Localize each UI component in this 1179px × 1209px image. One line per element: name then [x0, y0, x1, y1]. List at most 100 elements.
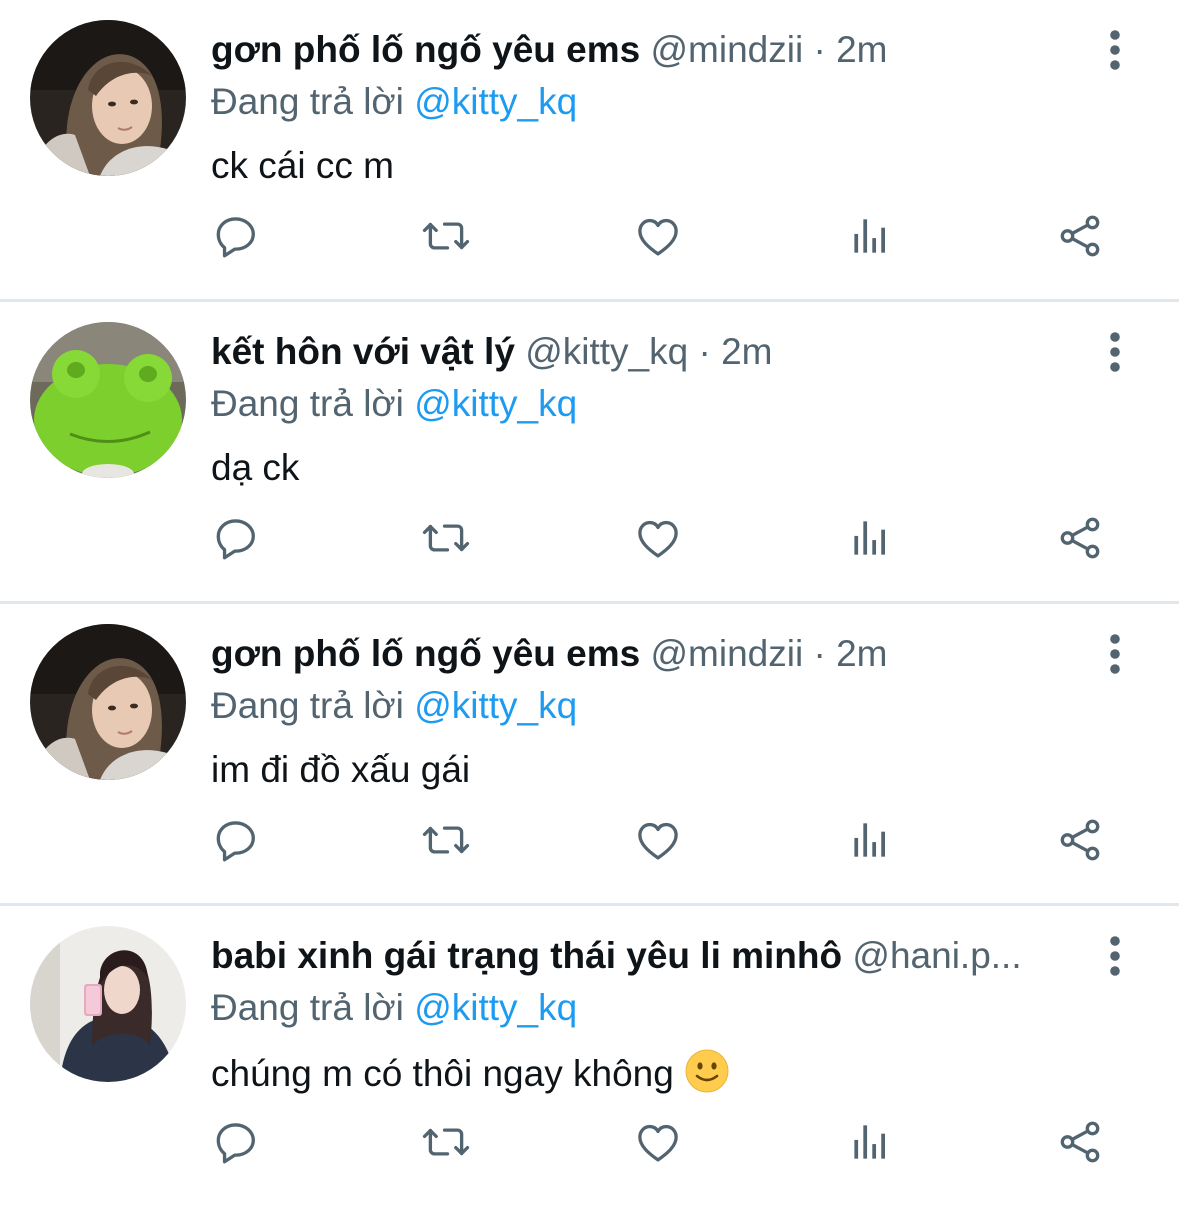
retweet-icon — [421, 1117, 471, 1167]
more-options-button[interactable] — [1098, 330, 1132, 374]
display-name[interactable]: babi xinh gái trạng thái yêu li minhô — [211, 935, 842, 976]
retweet-icon — [421, 815, 471, 865]
replying-to-handle[interactable]: @kitty_kq — [414, 685, 577, 726]
action-bar — [0, 810, 1179, 870]
tweet-header: gơn phố lố ngố yêu ems @mindzii · 2m — [211, 630, 1086, 678]
retweet-button[interactable] — [416, 206, 476, 266]
share-button[interactable] — [1050, 1112, 1110, 1172]
slightly-smiling-face-emoji — [684, 1048, 730, 1094]
share-icon — [1055, 211, 1105, 261]
replying-to-label: Đang trả lời — [211, 987, 404, 1028]
share-button[interactable] — [1050, 206, 1110, 266]
tweet-header: babi xinh gái trạng thái yêu li minhô @h… — [211, 932, 1086, 980]
vertical-dots-icon — [1098, 330, 1132, 374]
separator-dot: · — [698, 331, 711, 372]
bar-chart-icon — [845, 815, 895, 865]
green-frog-plush-avatar-image — [30, 322, 186, 478]
mirror-selfie-avatar-image — [30, 926, 186, 1082]
replying-to-handle[interactable]: @kitty_kq — [414, 383, 577, 424]
views-button[interactable] — [840, 206, 900, 266]
tweet[interactable]: gơn phố lố ngố yêu ems @mindzii · 2m Đan… — [0, 604, 1179, 906]
tweet-text: ck cái cc m — [211, 145, 394, 186]
share-button[interactable] — [1050, 508, 1110, 568]
replying-to-handle[interactable]: @kitty_kq — [414, 987, 577, 1028]
more-options-button[interactable] — [1098, 28, 1132, 72]
like-button[interactable] — [628, 508, 688, 568]
replying-to: Đang trả lời @kitty_kq — [211, 380, 577, 428]
avatar[interactable] — [30, 20, 186, 176]
comment-bubble-icon — [211, 815, 261, 865]
action-bar — [0, 508, 1179, 568]
more-options-button[interactable] — [1098, 934, 1132, 978]
action-bar — [0, 1112, 1179, 1172]
avatar[interactable] — [30, 624, 186, 780]
reply-button[interactable] — [206, 1112, 266, 1172]
tweet-text: im đi đồ xấu gái — [211, 749, 471, 790]
replying-to-label: Đang trả lời — [211, 685, 404, 726]
bar-chart-icon — [845, 211, 895, 261]
tweet-text: chúng m có thôi ngay không — [211, 1048, 730, 1098]
action-bar — [0, 206, 1179, 266]
tweet[interactable]: gơn phố lố ngố yêu ems @mindzii · 2m Đan… — [0, 0, 1179, 302]
timestamp[interactable]: 2m — [721, 331, 772, 372]
retweet-button[interactable] — [416, 1112, 476, 1172]
replying-to-label: Đang trả lời — [211, 383, 404, 424]
handle[interactable]: @mindzii — [651, 29, 804, 70]
tweet-header: gơn phố lố ngố yêu ems @mindzii · 2m — [211, 26, 1086, 74]
replying-to: Đang trả lời @kitty_kq — [211, 682, 577, 730]
heart-icon — [633, 513, 683, 563]
handle[interactable]: @hani.p... — [852, 935, 1021, 976]
display-name[interactable]: gơn phố lố ngố yêu ems — [211, 633, 640, 674]
heart-icon — [633, 1117, 683, 1167]
bar-chart-icon — [845, 513, 895, 563]
avatar[interactable] — [30, 926, 186, 1082]
reply-button[interactable] — [206, 508, 266, 568]
tweet[interactable]: kết hôn với vật lý @kitty_kq · 2m Đang t… — [0, 302, 1179, 604]
like-button[interactable] — [628, 810, 688, 870]
replying-to: Đang trả lời @kitty_kq — [211, 78, 577, 126]
timestamp[interactable]: 2m — [836, 29, 887, 70]
like-button[interactable] — [628, 206, 688, 266]
retweet-icon — [421, 513, 471, 563]
share-button[interactable] — [1050, 810, 1110, 870]
views-button[interactable] — [840, 1112, 900, 1172]
handle[interactable]: @mindzii — [651, 633, 804, 674]
bar-chart-icon — [845, 1117, 895, 1167]
timestamp[interactable]: 2m — [836, 633, 887, 674]
handle[interactable]: @kitty_kq — [525, 331, 688, 372]
comment-bubble-icon — [211, 211, 261, 261]
retweet-button[interactable] — [416, 508, 476, 568]
avatar[interactable] — [30, 322, 186, 478]
reply-button[interactable] — [206, 206, 266, 266]
like-button[interactable] — [628, 1112, 688, 1172]
comment-bubble-icon — [211, 513, 261, 563]
tweet-text-content: chúng m có thôi ngay không — [211, 1053, 674, 1094]
separator-dot: · — [813, 29, 826, 70]
reply-button[interactable] — [206, 810, 266, 870]
retweet-icon — [421, 211, 471, 261]
heart-icon — [633, 815, 683, 865]
replying-to: Đang trả lời @kitty_kq — [211, 984, 577, 1032]
vertical-dots-icon — [1098, 28, 1132, 72]
more-options-button[interactable] — [1098, 632, 1132, 676]
vertical-dots-icon — [1098, 934, 1132, 978]
heart-icon — [633, 211, 683, 261]
views-button[interactable] — [840, 508, 900, 568]
retweet-button[interactable] — [416, 810, 476, 870]
vertical-dots-icon — [1098, 632, 1132, 676]
replying-to-label: Đang trả lời — [211, 81, 404, 122]
views-button[interactable] — [840, 810, 900, 870]
display-name[interactable]: kết hôn với vật lý — [211, 331, 515, 372]
share-icon — [1055, 513, 1105, 563]
separator-dot: · — [813, 633, 826, 674]
share-icon — [1055, 1117, 1105, 1167]
girl-selfie-avatar-image — [30, 624, 186, 780]
tweet-header: kết hôn với vật lý @kitty_kq · 2m — [211, 328, 1086, 376]
comment-bubble-icon — [211, 1117, 261, 1167]
girl-selfie-avatar-image — [30, 20, 186, 176]
share-icon — [1055, 815, 1105, 865]
display-name[interactable]: gơn phố lố ngố yêu ems — [211, 29, 640, 70]
tweet[interactable]: babi xinh gái trạng thái yêu li minhô @h… — [0, 906, 1179, 1209]
tweet-text: dạ ck — [211, 447, 300, 488]
replying-to-handle[interactable]: @kitty_kq — [414, 81, 577, 122]
